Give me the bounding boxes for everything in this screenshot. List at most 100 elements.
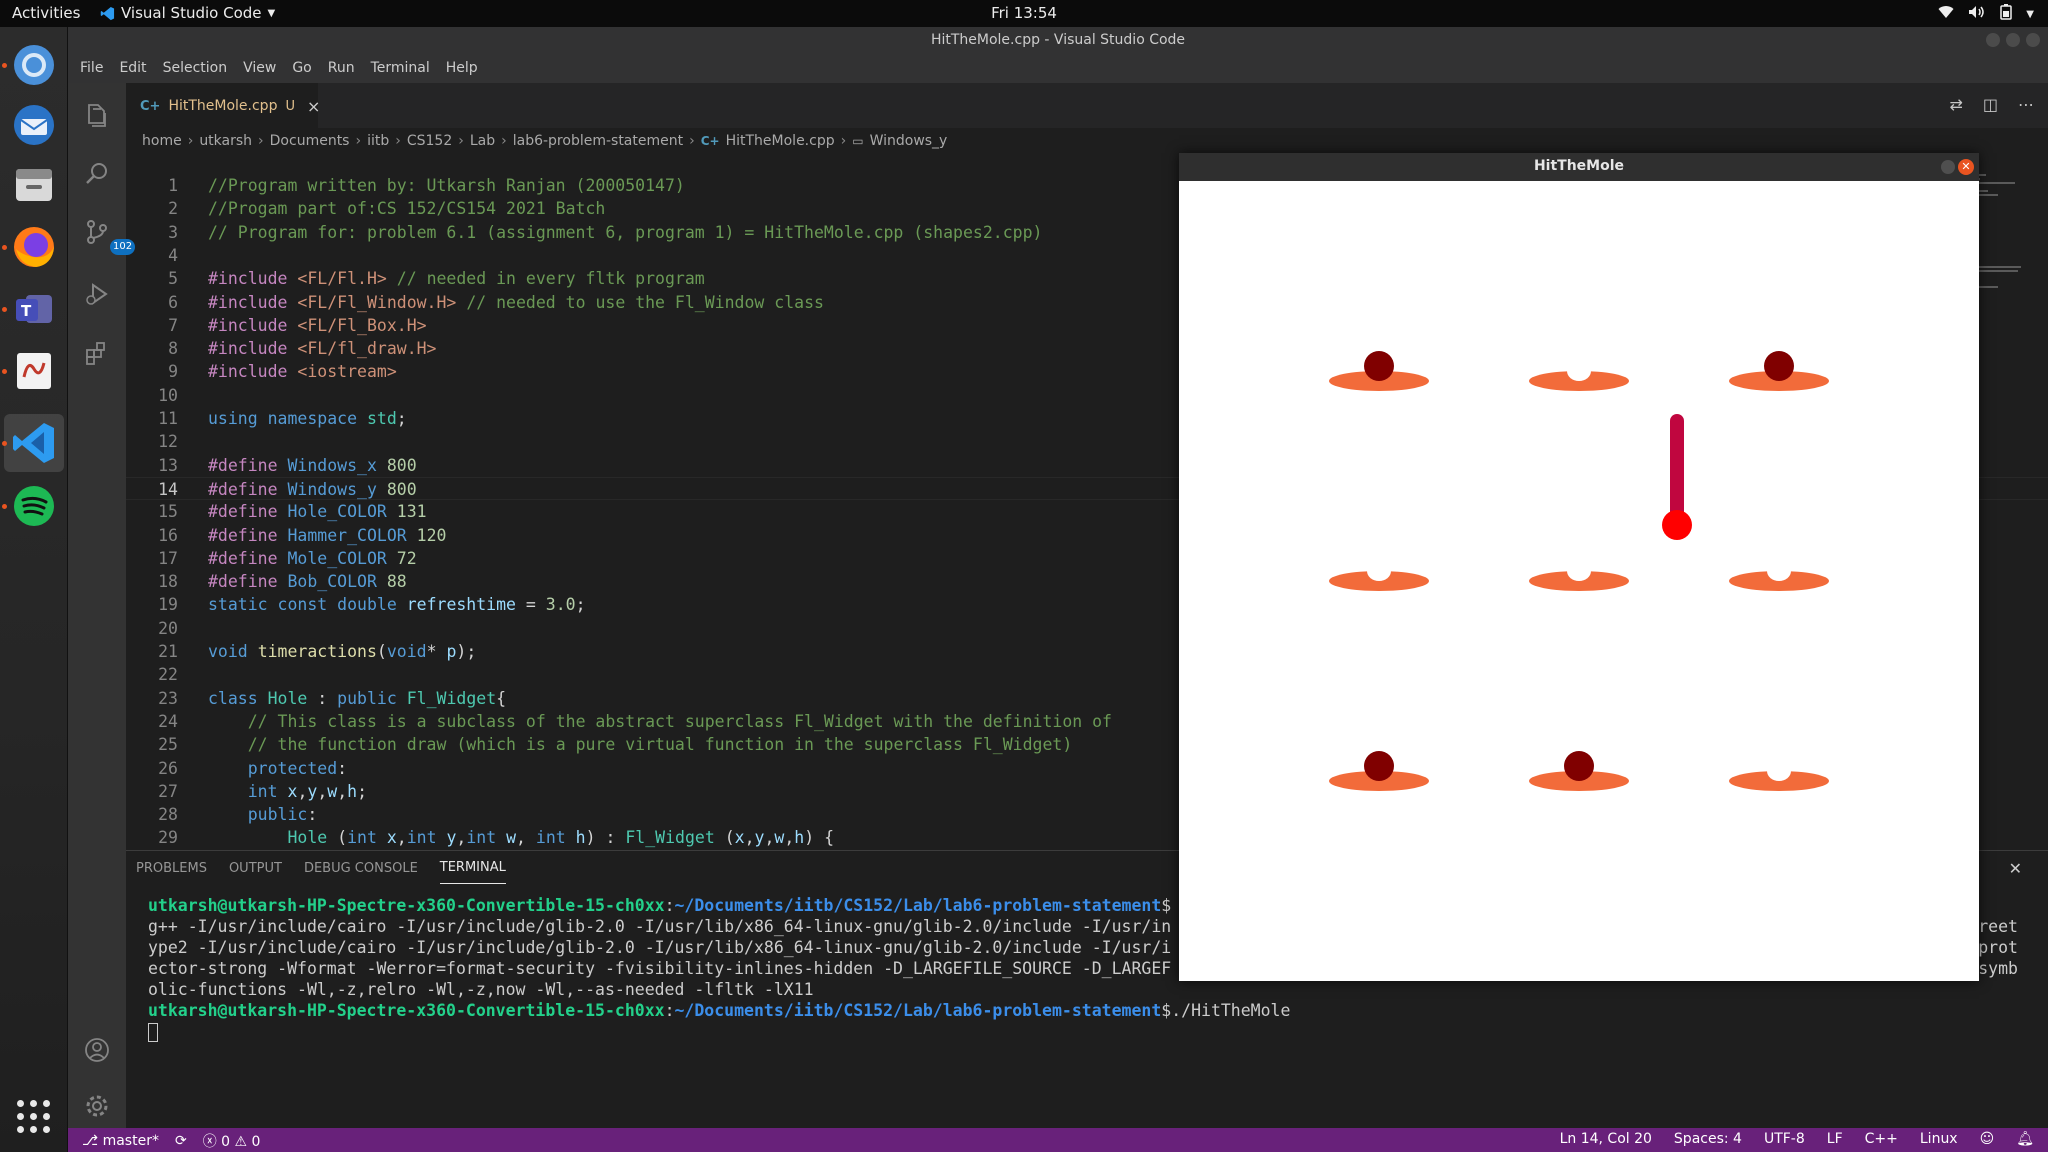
menu-file[interactable]: File [72, 55, 111, 81]
editor-actions: ⇄ ◫ ⋯ [1949, 95, 2034, 114]
window-titlebar[interactable]: HitTheMole.cpp - Visual Studio Code [68, 27, 2048, 55]
vscode-icon[interactable] [4, 414, 64, 472]
chromium-icon[interactable] [10, 41, 58, 89]
tab-debug-console[interactable]: DEBUG CONSOLE [304, 853, 418, 884]
chevron-right-icon: › [458, 133, 464, 149]
terminal-cursor [148, 1023, 158, 1042]
bell-icon[interactable]: 🔔︎ [2016, 1131, 2034, 1147]
run-debug-icon[interactable] [80, 277, 114, 311]
chevron-down-icon: ▼ [2026, 8, 2034, 20]
maximize-button[interactable] [2006, 33, 2020, 47]
app-menu-label: Visual Studio Code [121, 4, 262, 22]
more-actions-icon[interactable]: ⋯ [2018, 95, 2034, 114]
line-text: #include <FL/Fl_Box.H> [208, 315, 427, 335]
line-number: 11 [158, 409, 178, 428]
feedback-icon[interactable]: ☺ [1980, 1131, 1995, 1147]
menu-run[interactable]: Run [320, 55, 363, 81]
line-number: 1 [168, 176, 178, 195]
menu-terminal[interactable]: Terminal [363, 55, 438, 81]
clock[interactable]: Fri 13:54 [0, 4, 2048, 22]
breadcrumb-item[interactable]: Documents [270, 133, 350, 149]
line-number: 21 [158, 642, 178, 661]
hitthemole-window[interactable]: HitTheMole ✕ [1179, 153, 1979, 981]
app-menu[interactable]: Visual Studio Code ▼ [100, 4, 275, 22]
thunderbird-icon[interactable] [10, 101, 58, 149]
spotify-icon[interactable] [10, 482, 58, 530]
hammer-bob [1662, 510, 1692, 540]
breadcrumb-item[interactable]: Lab [470, 133, 495, 149]
breadcrumb-item[interactable]: home [142, 133, 182, 149]
explorer-icon[interactable] [80, 99, 114, 133]
menu-go[interactable]: Go [284, 55, 319, 81]
compare-changes-icon[interactable]: ⇄ [1949, 95, 1962, 114]
platform[interactable]: Linux [1920, 1131, 1958, 1147]
breadcrumb-item[interactable]: CS152 [407, 133, 452, 149]
line-number: 10 [158, 385, 178, 405]
sync-icon[interactable]: ⟳ [175, 1133, 187, 1149]
minimize-button[interactable] [1986, 33, 2000, 47]
breadcrumb-item[interactable]: iitb [367, 133, 389, 149]
system-tray[interactable]: ▼ [1938, 4, 2034, 24]
firefox-icon[interactable] [10, 223, 58, 271]
breadcrumb-item[interactable]: lab6-problem-statement [513, 133, 683, 149]
line-text: using namespace std; [208, 409, 407, 428]
mole [1364, 351, 1394, 381]
hitthemole-titlebar[interactable]: HitTheMole ✕ [1179, 153, 1979, 181]
line-text: //Program written by: Utkarsh Ranjan (20… [208, 176, 685, 195]
branch-status[interactable]: ⎇ master* [82, 1133, 159, 1149]
extensions-icon[interactable] [80, 337, 114, 371]
menu-edit[interactable]: Edit [111, 55, 154, 81]
tab-terminal[interactable]: TERMINAL [439, 852, 506, 884]
close-icon[interactable]: × [307, 97, 320, 116]
split-editor-icon[interactable]: ◫ [1983, 95, 1998, 114]
menu-selection[interactable]: Selection [155, 55, 236, 81]
breadcrumb-item[interactable]: Windows_y [870, 133, 948, 149]
menu-help[interactable]: Help [438, 55, 486, 81]
language-mode[interactable]: C++ [1865, 1131, 1898, 1147]
tab-output[interactable]: OUTPUT [229, 853, 282, 884]
tab-filename: HitTheMole.cpp [168, 98, 278, 114]
line-number: 9 [168, 362, 178, 382]
line-text: // Program for: problem 6.1 (assignment … [208, 222, 1043, 242]
tab-problems[interactable]: PROBLEMS [136, 853, 207, 884]
evince-icon[interactable] [10, 347, 58, 395]
source-control-icon[interactable]: 102 [80, 215, 136, 255]
chevron-down-icon: ▼ [267, 7, 276, 19]
problems-status[interactable]: ⓧ 0 ⚠ 0 [203, 1131, 261, 1151]
chevron-right-icon: › [501, 133, 507, 149]
indentation[interactable]: Spaces: 4 [1674, 1131, 1742, 1147]
game-canvas[interactable] [1179, 181, 1979, 981]
close-icon[interactable]: ✕ [2009, 859, 2022, 878]
line-ending[interactable]: LF [1827, 1131, 1843, 1147]
line-number: 17 [158, 548, 178, 568]
close-button[interactable] [2026, 33, 2040, 47]
activities-button[interactable]: Activities [12, 4, 80, 22]
cpp-file-icon: C+ [700, 134, 720, 148]
gear-icon[interactable] [80, 1089, 114, 1123]
encoding[interactable]: UTF-8 [1764, 1131, 1805, 1147]
line-text: #include <FL/fl_draw.H> [208, 339, 437, 359]
line-text: // the function draw (which is a pure vi… [247, 735, 1073, 755]
cursor-position[interactable]: Ln 14, Col 20 [1560, 1131, 1652, 1147]
account-icon[interactable] [80, 1033, 114, 1067]
line-number: 24 [158, 711, 178, 731]
line-number: 8 [168, 339, 178, 359]
running-indicator [2, 245, 7, 250]
untracked-indicator: U [285, 98, 295, 114]
breadcrumb-item[interactable]: HitTheMole.cpp [726, 133, 835, 149]
panel-tabs: PROBLEMS OUTPUT DEBUG CONSOLE TERMINAL [136, 851, 506, 885]
tab-hitthemole-cpp[interactable]: C+ HitTheMole.cpp U × [126, 83, 320, 128]
line-text: static const double refreshtime = 3.0; [208, 595, 586, 615]
close-button[interactable]: ✕ [1958, 159, 1974, 175]
file-manager-icon[interactable] [10, 161, 58, 209]
show-applications-icon[interactable] [17, 1100, 51, 1134]
menu-view[interactable]: View [235, 55, 284, 81]
breadcrumb-item[interactable]: utkarsh [199, 133, 252, 149]
teams-icon[interactable]: T [10, 285, 58, 333]
search-icon[interactable] [80, 157, 114, 191]
terminal-prompt-user: utkarsh@utkarsh-HP-Spectre-x360-Converti… [148, 896, 665, 915]
branch-name: master* [102, 1133, 159, 1149]
terminal-prompt-user: utkarsh@utkarsh-HP-Spectre-x360-Converti… [148, 1001, 665, 1020]
minimize-button[interactable] [1941, 160, 1955, 174]
cpp-file-icon: C+ [140, 98, 161, 114]
